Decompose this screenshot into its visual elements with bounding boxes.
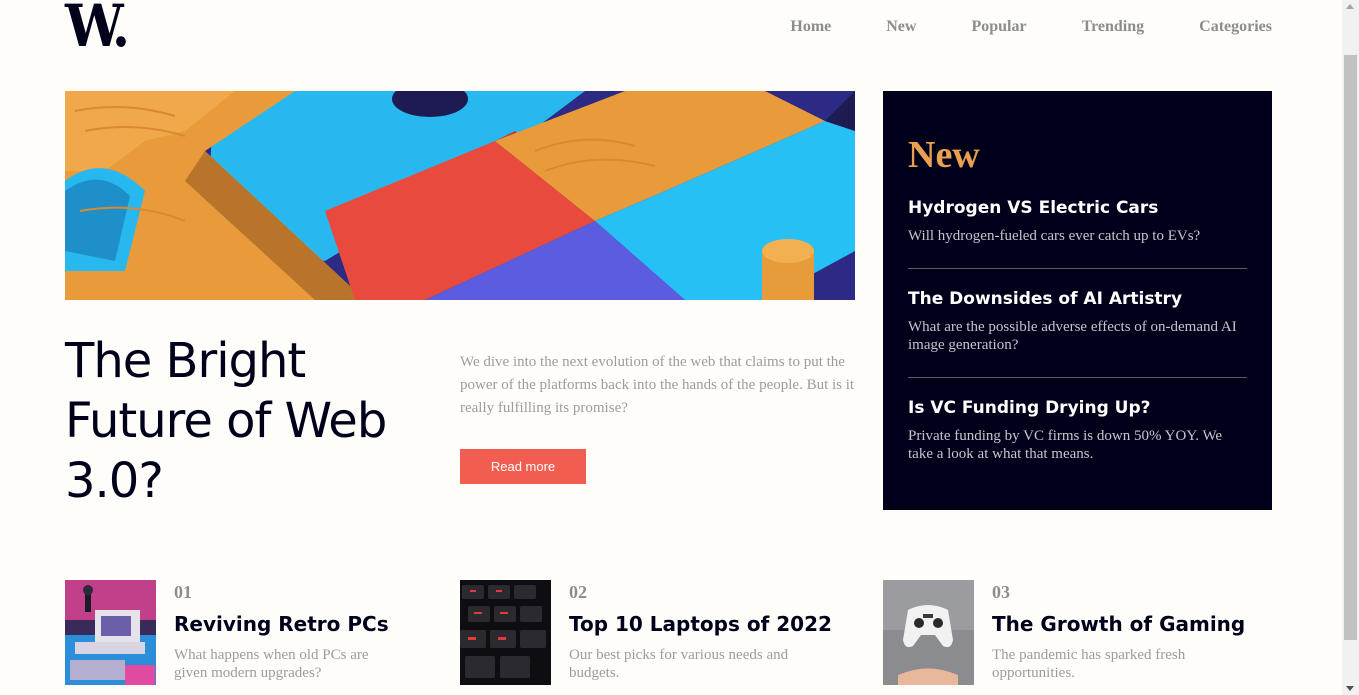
card-description: Our best picks for various needs and bud… (569, 647, 789, 681)
retro-pc-image[interactable] (65, 580, 156, 685)
nav-categories[interactable]: Categories (1199, 17, 1272, 37)
scroll-down-arrow-icon[interactable] (1346, 686, 1354, 691)
new-item-description: Private funding by VC firms is down 50% … (908, 428, 1223, 462)
scroll-up-arrow-icon[interactable] (1346, 4, 1354, 9)
new-item-description: Will hydrogen-fueled cars ever catch up … (908, 228, 1201, 244)
card-number: 01 (174, 582, 192, 602)
hero-title: The Bright Future of Web 3.0? (65, 333, 387, 509)
card-title[interactable]: Top 10 Laptops of 2022 (569, 612, 832, 636)
vertical-scrollbar[interactable] (1342, 0, 1359, 695)
site-logo[interactable]: W. (65, 0, 130, 55)
read-more-button[interactable]: Read more (460, 449, 586, 484)
article-card[interactable]: 02 Top 10 Laptops of 2022 Our best picks… (460, 580, 832, 690)
new-panel: New Hydrogen VS Electric Cars Will hydro… (883, 91, 1272, 510)
game-controller-image[interactable] (883, 580, 974, 685)
card-title[interactable]: Reviving Retro PCs (174, 612, 389, 636)
main-nav: Home New Popular Trending Categories (735, 17, 1272, 37)
nav-popular[interactable]: Popular (971, 17, 1026, 37)
card-description: The pandemic has sparked fresh opportuni… (992, 647, 1186, 681)
nav-new[interactable]: New (886, 17, 916, 37)
new-item-description: What are the possible adverse effects of… (908, 319, 1237, 353)
new-item-title[interactable]: The Downsides of AI Artistry (908, 288, 1247, 310)
new-item[interactable]: Hydrogen VS Electric Cars Will hydrogen-… (908, 197, 1247, 245)
divider (908, 268, 1247, 269)
divider (908, 377, 1247, 378)
new-item-title[interactable]: Hydrogen VS Electric Cars (908, 197, 1247, 219)
article-card[interactable]: 03 The Growth of Gaming The pandemic has… (883, 580, 1245, 690)
card-number: 02 (569, 582, 587, 602)
hero-description: We dive into the next evolution of the w… (460, 354, 855, 416)
scroll-thumb[interactable] (1344, 55, 1357, 640)
card-number: 03 (992, 582, 1010, 602)
laptop-keyboard-image[interactable] (460, 580, 551, 685)
article-card[interactable]: 01 Reviving Retro PCs What happens when … (65, 580, 425, 690)
card-description: What happens when old PCs are given mode… (174, 647, 369, 681)
nav-home[interactable]: Home (790, 17, 831, 37)
page: W. Home New Popular Trending Categories (0, 0, 1342, 695)
new-panel-heading: New (908, 134, 980, 176)
nav-trending[interactable]: Trending (1082, 17, 1145, 37)
card-title[interactable]: The Growth of Gaming (992, 612, 1245, 636)
new-item[interactable]: Is VC Funding Drying Up? Private funding… (908, 397, 1247, 463)
new-item[interactable]: The Downsides of AI Artistry What are th… (908, 288, 1247, 354)
hero-image (65, 91, 855, 300)
new-item-title[interactable]: Is VC Funding Drying Up? (908, 397, 1247, 419)
